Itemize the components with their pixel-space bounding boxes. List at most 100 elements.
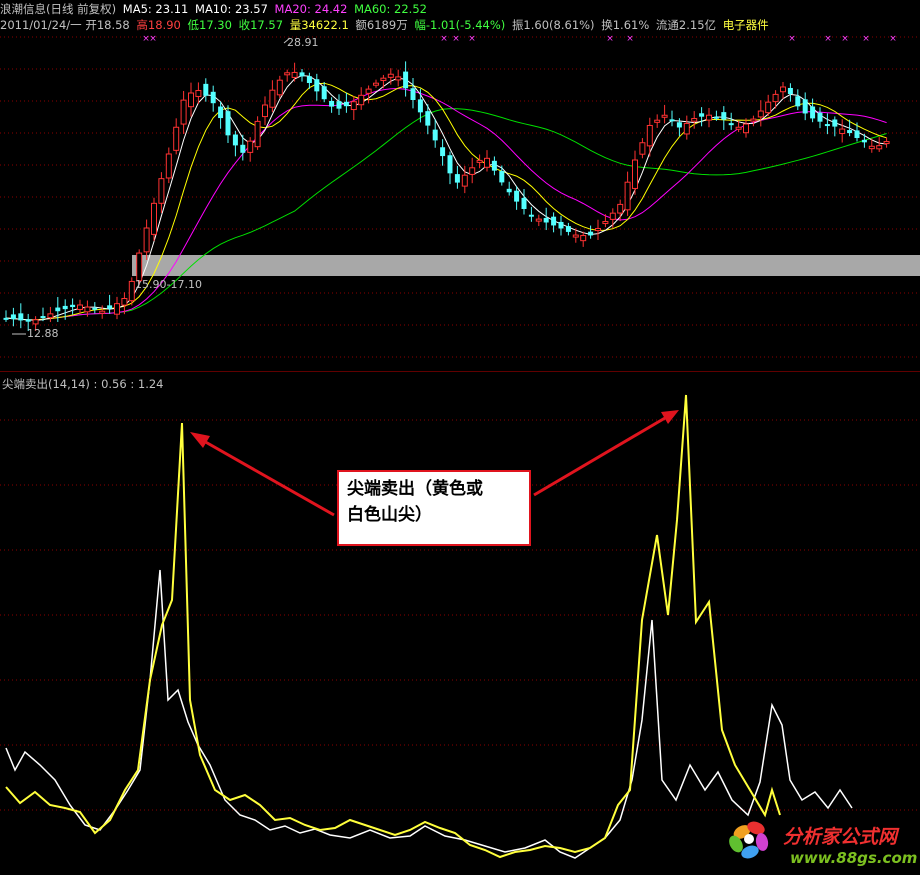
candle-body: [440, 147, 446, 157]
candle-body: [787, 87, 793, 94]
candle-body: [624, 181, 631, 211]
candle-body: [395, 76, 402, 81]
signal-mark: ×: [788, 34, 796, 44]
ma20-value: MA20: 24.42: [274, 2, 348, 16]
low-price-mark: 12.88: [27, 327, 59, 340]
candle-body: [99, 310, 106, 314]
candle-body: [699, 113, 705, 117]
candle-body: [810, 106, 816, 119]
candle-body: [661, 114, 668, 118]
candle-body: [551, 216, 557, 226]
candle-body: [3, 317, 9, 320]
candle-body: [795, 96, 801, 107]
candle-body: [617, 203, 624, 214]
candle-body: [646, 124, 653, 147]
candle-body: [350, 101, 357, 111]
candle-body: [269, 89, 276, 108]
volume-value: 量34622.1: [289, 18, 349, 32]
amplitude-value: 振1.60(8.61%): [511, 18, 595, 32]
quote-detail-bar: 2011/01/24/一 开18.58 高18.90 低17.30 收17.57…: [0, 16, 920, 34]
candle-body: [565, 226, 571, 232]
candle-body: [321, 86, 327, 100]
sector-label[interactable]: 电子器件: [723, 18, 769, 32]
candle-body: [669, 119, 675, 122]
signal-mark: ×: [452, 34, 460, 44]
candle-body: [514, 190, 520, 202]
candle-body: [291, 71, 298, 78]
candle-body: [883, 141, 890, 145]
signal-mark: ×: [468, 34, 476, 44]
price-chart-pane[interactable]: × × × × × × × × × × × ×: [0, 0, 920, 372]
candle-body: [461, 174, 468, 187]
candle-body: [543, 217, 549, 223]
candle-body: [506, 188, 512, 193]
candle-body: [151, 202, 157, 235]
candle-body: [380, 77, 387, 81]
candle-body: [735, 126, 742, 130]
candle-body: [254, 120, 261, 148]
callout-arrow-left: [190, 432, 335, 517]
candle-body: [491, 160, 497, 171]
watermark-url: www.88gs.com: [790, 849, 918, 867]
candle-body: [588, 231, 594, 236]
candle-body: [817, 112, 823, 122]
candle-body: [365, 88, 372, 94]
candle-body: [847, 130, 853, 134]
candle-body: [195, 90, 202, 97]
signal-mark: ×: [862, 34, 870, 44]
candle-body: [743, 123, 749, 134]
signal-mark: ×: [889, 34, 897, 44]
candle-body: [876, 145, 883, 150]
candle-body: [276, 79, 283, 96]
candle-body: [832, 119, 838, 127]
signal-mark: ×: [440, 34, 448, 44]
candle-body: [114, 303, 120, 315]
candle-body: [329, 100, 335, 107]
change-value: 幅-1.01(-5.44%): [414, 18, 506, 32]
candle-body: [728, 123, 734, 126]
ma10-value: MA10: 23.57: [195, 2, 268, 16]
candle-body: [136, 252, 143, 282]
band-range-label: 15.90-17.10: [135, 278, 202, 291]
quote-date: 2011/01/24/一: [0, 18, 82, 32]
candle-body: [802, 99, 808, 114]
candle-body: [218, 106, 224, 119]
candle-body: [143, 227, 150, 253]
candle-body: [654, 119, 661, 123]
candle-body: [55, 307, 61, 312]
watermark-text: 分析家公式网: [783, 826, 898, 848]
candle-body: [70, 304, 76, 308]
candle-body: [107, 305, 113, 309]
candle-body: [299, 72, 305, 77]
candle-body: [721, 112, 727, 120]
ma60-value: MA60: 22.52: [354, 2, 427, 16]
candle-body: [336, 101, 342, 109]
candle-body: [47, 313, 54, 319]
close-price: 收17.57: [238, 18, 284, 32]
candle-body: [528, 214, 534, 217]
candle-body: [602, 221, 609, 225]
candle-body: [417, 99, 423, 113]
candle-body: [387, 73, 394, 78]
candle-body: [77, 304, 83, 310]
indicator-title: 尖端卖出(14,14) : 0.56 : 1.24: [2, 377, 164, 391]
candle-body: [572, 234, 579, 238]
candle-body: [868, 145, 875, 150]
candle-body: [558, 221, 564, 229]
candle-body: [499, 171, 505, 183]
candle-body: [128, 280, 135, 302]
candle-body: [425, 111, 431, 126]
candle-body: [757, 110, 764, 118]
candle-body: [203, 83, 209, 96]
candle-body: [18, 313, 24, 321]
candle-body: [358, 94, 365, 106]
signal-mark: ×: [824, 34, 832, 44]
candle-body: [173, 126, 180, 151]
candle-body: [595, 228, 601, 232]
candle-body: [447, 155, 453, 174]
candle-body: [343, 101, 349, 107]
candle-body: [25, 319, 31, 322]
candle-body: [750, 118, 757, 122]
ma5-value: MA5: 23.11: [122, 2, 189, 16]
candle-body: [410, 88, 416, 100]
